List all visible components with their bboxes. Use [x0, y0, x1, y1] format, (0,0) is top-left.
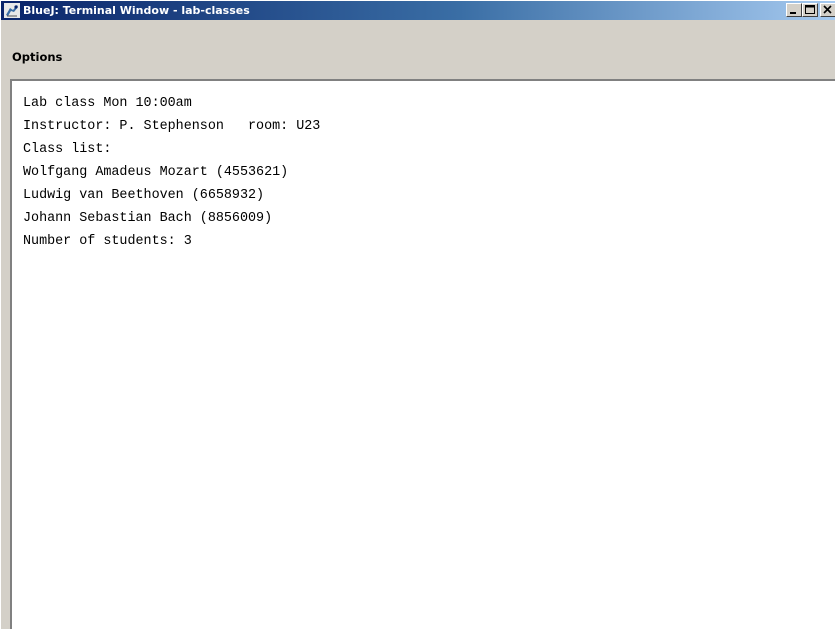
terminal-output-area[interactable]: Lab class Mon 10:00am Instructor: P. Ste… — [10, 79, 835, 629]
window-title: BlueJ: Terminal Window - lab-classes — [23, 4, 250, 17]
menu-options[interactable]: Options — [12, 50, 62, 64]
minimize-icon — [790, 12, 796, 14]
window-controls — [786, 3, 835, 18]
terminal-line: Class list: — [23, 142, 112, 157]
title-bar[interactable]: BlueJ: Terminal Window - lab-classes — [1, 1, 835, 20]
terminal-window: BlueJ: Terminal Window - lab-classes Opt… — [0, 0, 835, 629]
terminal-line: Wolfgang Amadeus Mozart (4553621) — [23, 165, 289, 180]
minimize-button[interactable] — [786, 3, 802, 17]
terminal-line: Lab class Mon 10:00am — [23, 96, 192, 111]
bluej-bird-icon[interactable] — [4, 3, 20, 18]
close-icon — [823, 5, 832, 14]
menu-bar: Options — [1, 20, 835, 78]
close-button[interactable] — [820, 3, 835, 17]
maximize-button[interactable] — [802, 3, 818, 17]
maximize-icon — [805, 5, 815, 14]
terminal-line: Instructor: P. Stephenson room: U23 — [23, 119, 321, 134]
terminal-lines: Lab class Mon 10:00am Instructor: P. Ste… — [23, 92, 320, 253]
terminal-line: Ludwig van Beethoven (6658932) — [23, 188, 265, 203]
terminal-line: Johann Sebastian Bach (8856009) — [23, 211, 273, 226]
terminal-line: Number of students: 3 — [23, 234, 192, 249]
